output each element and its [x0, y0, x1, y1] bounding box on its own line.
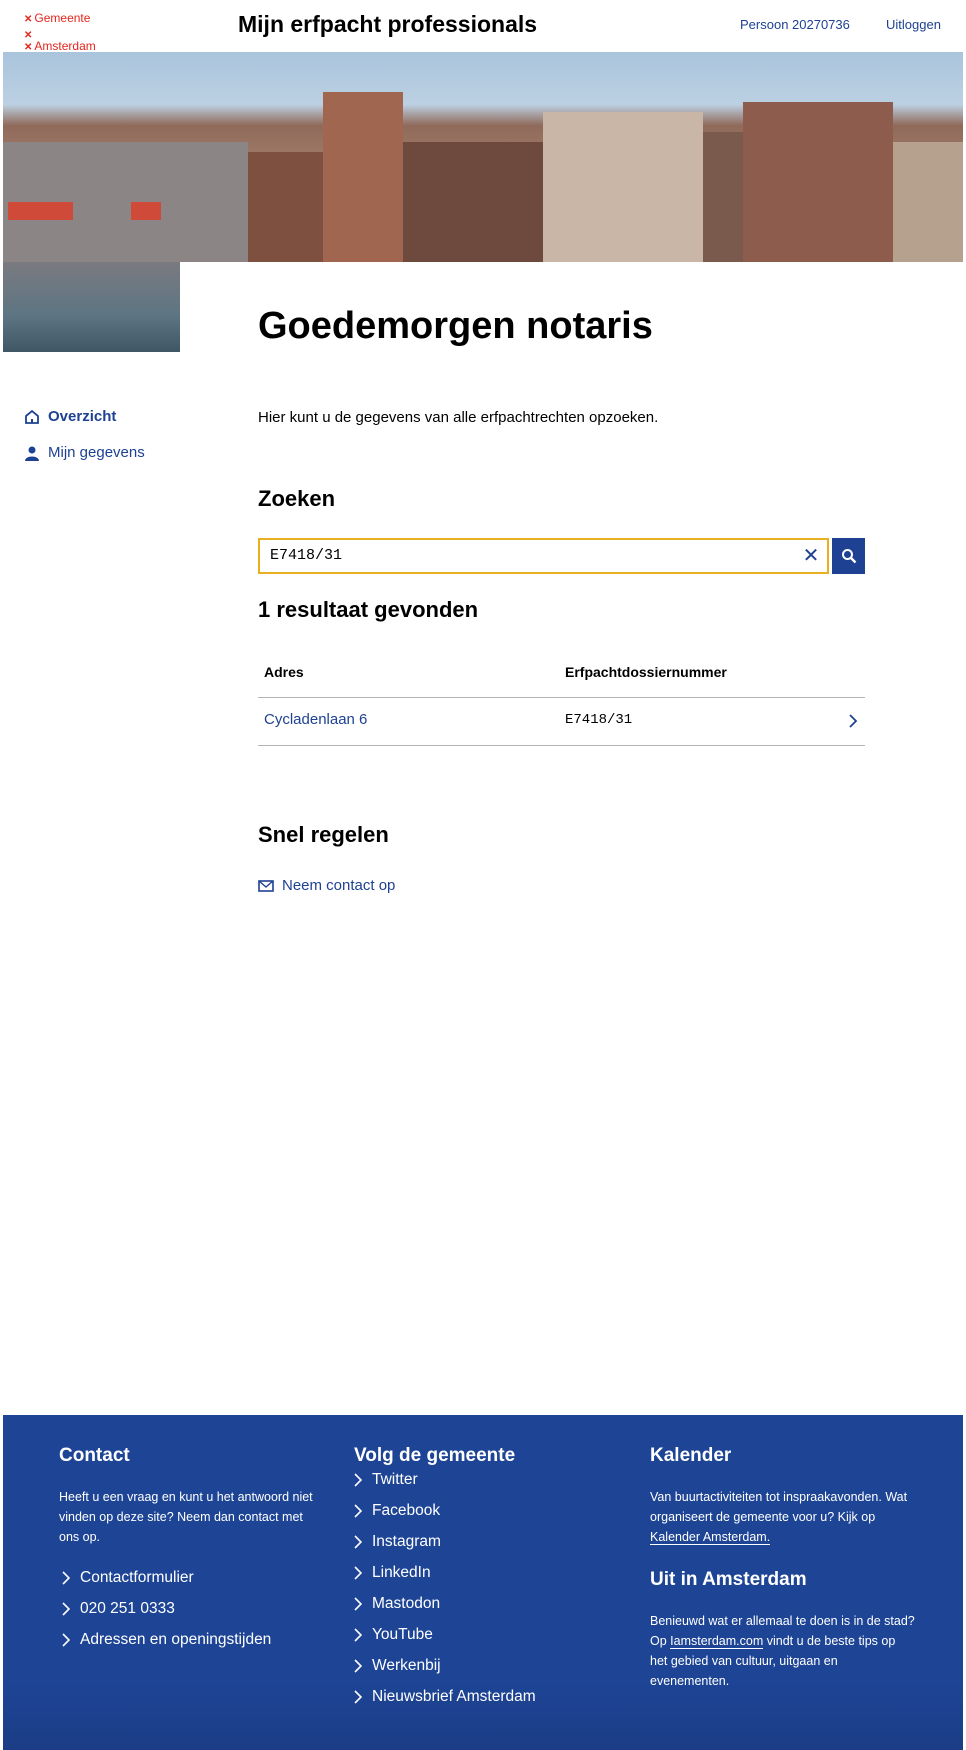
text: Van buurtactiviteiten tot inspraakavonde…: [650, 1490, 908, 1524]
chevron-right-icon: [354, 1659, 362, 1673]
result-address-link[interactable]: Cycladenlaan 6: [264, 711, 367, 728]
link-label: Iamsterdam.com: [670, 1634, 764, 1649]
intro-text: Hier kunt u de gegevens van alle erfpach…: [258, 409, 659, 426]
chevron-right-icon: [354, 1597, 362, 1611]
link-label: Adressen en openingstijden: [80, 1631, 272, 1648]
clear-search-button[interactable]: ✕: [798, 542, 824, 570]
chevron-right-icon: [62, 1571, 70, 1585]
chevron-right-icon: [354, 1566, 362, 1580]
footer-link-mastodon[interactable]: Mastodon: [354, 1595, 440, 1613]
footer-follow-heading: Volg de gemeente: [354, 1445, 516, 1466]
app-title: Mijn erfpacht professionals: [238, 11, 538, 37]
chevron-right-icon: [354, 1690, 362, 1704]
header-banner-image-extension: [3, 262, 180, 352]
link-label: Twitter: [372, 1471, 418, 1488]
sidebar-item-overzicht[interactable]: Overzicht: [24, 408, 116, 425]
sidebar-item-label: Mijn gegevens: [48, 444, 145, 461]
footer-contact-text: Heeft u een vraag en kunt u het antwoord…: [59, 1490, 313, 1544]
footer-calendar-heading: Kalender: [650, 1445, 732, 1466]
contact-link-label: Neem contact op: [282, 877, 396, 894]
search-button[interactable]: [832, 538, 865, 574]
sidebar-item-label: Overzicht: [48, 408, 117, 425]
search-icon: [841, 549, 856, 564]
logo-text: Amsterdam: [34, 39, 96, 53]
link-label: Instagram: [372, 1533, 441, 1550]
link-label: 020 251 0333: [80, 1600, 175, 1617]
user-icon: [25, 446, 39, 461]
results-heading: 1 resultaat gevonden: [258, 597, 479, 622]
iamsterdam-link[interactable]: Iamsterdam.com: [670, 1634, 764, 1649]
link-label: Mastodon: [372, 1595, 441, 1612]
link-label: Facebook: [372, 1502, 441, 1519]
link-label: Nieuwsbrief Amsterdam: [372, 1688, 536, 1705]
link-label: Contactformulier: [80, 1569, 194, 1586]
header-banner-image: [3, 52, 963, 262]
footer-link-linkedin[interactable]: LinkedIn: [354, 1564, 431, 1582]
chevron-right-icon: [354, 1473, 362, 1487]
kalender-amsterdam-link[interactable]: Kalender Amsterdam.: [650, 1530, 771, 1545]
footer-link-phone[interactable]: 020 251 0333: [62, 1600, 175, 1618]
footer-uit-text: Benieuwd wat er allemaal te doen is in d…: [650, 1611, 915, 1691]
footer-link-facebook[interactable]: Facebook: [354, 1502, 440, 1520]
user-link[interactable]: Persoon 20270736: [740, 17, 850, 32]
footer-link-instagram[interactable]: Instagram: [354, 1533, 441, 1551]
footer-uit-heading: Uit in Amsterdam: [650, 1569, 807, 1590]
chevron-right-icon: [354, 1628, 362, 1642]
logout-link[interactable]: Uitloggen: [886, 17, 941, 32]
divider: [258, 745, 865, 746]
chevron-right-icon[interactable]: [848, 714, 858, 728]
mail-icon: [258, 879, 274, 892]
footer-contact-heading: Contact: [59, 1445, 130, 1466]
quick-actions-heading: Snel regelen: [258, 822, 389, 847]
home-icon: [25, 409, 39, 424]
sidebar-item-mijn-gegevens[interactable]: Mijn gegevens: [24, 444, 145, 461]
footer-link-werkenbij[interactable]: Werkenbij: [354, 1657, 441, 1675]
footer-link-youtube[interactable]: YouTube: [354, 1626, 433, 1644]
footer-calendar-text: Van buurtactiviteiten tot inspraakavonde…: [650, 1487, 915, 1547]
footer-link-twitter[interactable]: Twitter: [354, 1471, 418, 1489]
column-header-dossiernummer: Erfpachtdossiernummer: [565, 664, 727, 680]
chevron-right-icon: [354, 1504, 362, 1518]
footer-link-contactformulier[interactable]: Contactformulier: [62, 1569, 194, 1587]
link-label: Kalender Amsterdam.: [650, 1530, 771, 1545]
chevron-right-icon: [62, 1602, 70, 1616]
chevron-right-icon: [354, 1535, 362, 1549]
footer: Contact Heeft u een vraag en kunt u het …: [3, 1415, 963, 1750]
contact-link[interactable]: Neem contact op: [258, 877, 395, 894]
link-label: LinkedIn: [372, 1564, 431, 1581]
footer-link-adressen[interactable]: Adressen en openingstijden: [62, 1631, 271, 1649]
header: ✕ Gemeente ✕ ✕ Amsterdam Mijn erfpacht pro…: [0, 0, 966, 55]
gemeente-amsterdam-logo[interactable]: ✕ Gemeente ✕ ✕ Amsterdam: [24, 11, 96, 55]
column-header-adres: Adres: [264, 664, 304, 680]
search-heading: Zoeken: [258, 486, 336, 511]
link-label: YouTube: [372, 1626, 433, 1643]
divider: [258, 697, 865, 698]
logo-text: Gemeente: [34, 11, 91, 25]
footer-link-nieuwsbrief-amsterdam[interactable]: Nieuwsbrief Amsterdam: [354, 1688, 536, 1706]
chevron-right-icon: [62, 1633, 70, 1647]
page-title: Goedemorgen notaris: [258, 305, 653, 347]
link-label: Werkenbij: [372, 1657, 441, 1674]
search-input[interactable]: E7418/31: [258, 538, 829, 574]
close-icon: ✕: [802, 545, 820, 567]
result-dossier-number: E7418/31: [565, 712, 633, 728]
